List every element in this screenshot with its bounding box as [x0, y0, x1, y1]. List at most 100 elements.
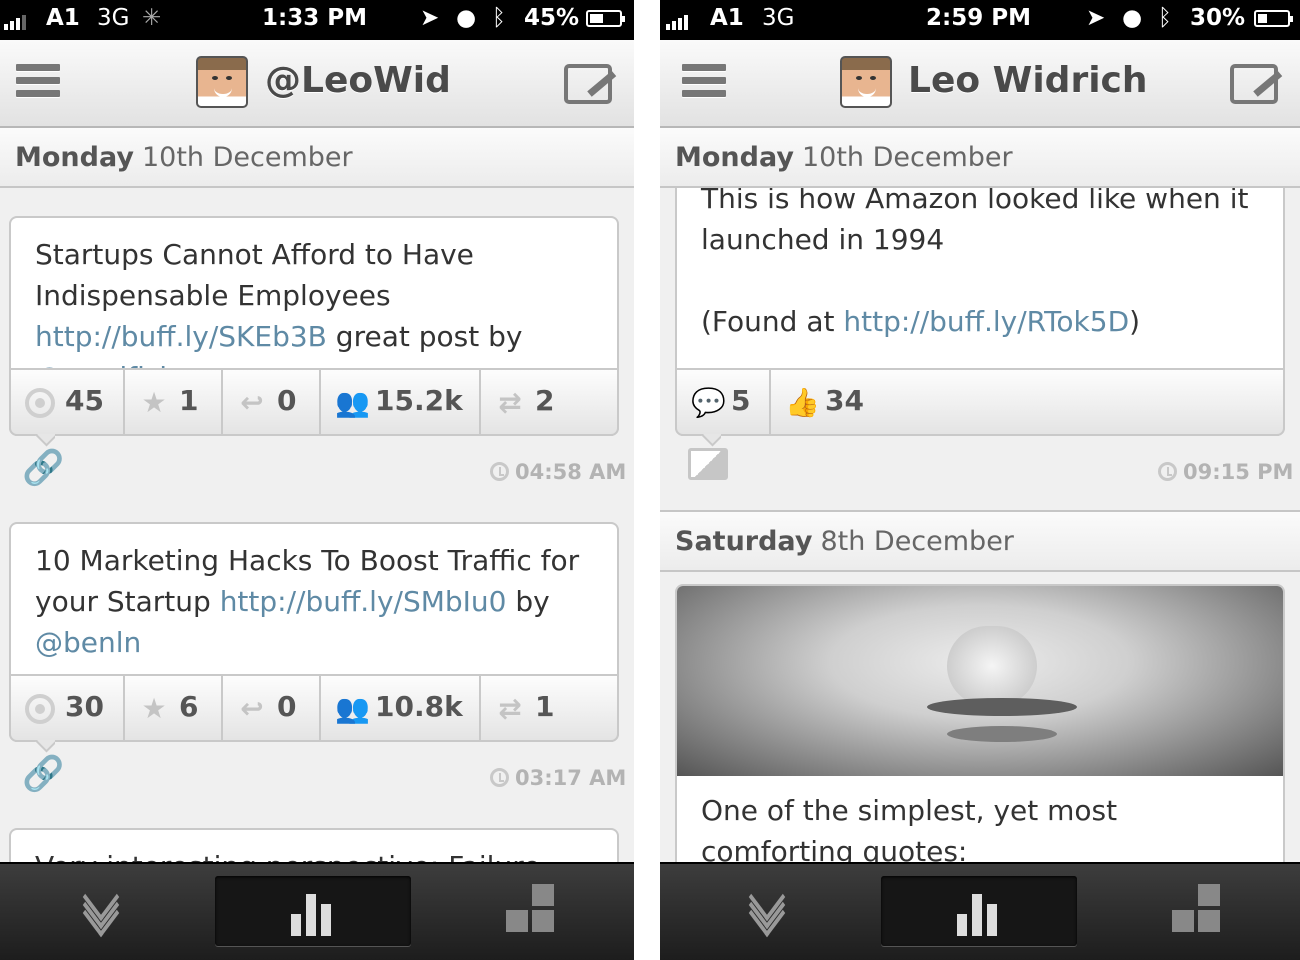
day-header: Monday 10th December: [0, 128, 634, 188]
tab-queue[interactable]: [670, 872, 866, 946]
post-stats: 30 ★ 6 ↩ 0 👥 10.8k ⇄ 1: [9, 674, 619, 742]
reply-icon: ↩: [240, 386, 264, 419]
dashboard-icon: [506, 884, 558, 936]
location-icon: ➤: [420, 5, 440, 31]
clock-icon: [490, 768, 509, 787]
battery-percent: 45%: [524, 5, 580, 31]
battery-percent: 30%: [1190, 5, 1246, 31]
bluetooth-icon: ᛒ: [1158, 5, 1172, 31]
menu-icon[interactable]: [16, 64, 60, 102]
compose-icon[interactable]: [564, 64, 612, 104]
profile-header: Leo Widrich: [660, 40, 1300, 128]
layers-icon: [744, 872, 792, 938]
dashboard-icon: [1172, 884, 1224, 936]
reach-stat[interactable]: 👥 10.8k: [321, 676, 481, 740]
post-time: 04:58 AM: [490, 460, 626, 484]
image-icon: [688, 448, 728, 480]
profile-title: Leo Widrich: [908, 60, 1148, 101]
right-phone-screen: A1 3G 2:59 PM ➤ ● ᛒ 30% Leo Widrich Mond…: [660, 0, 1300, 960]
retweet-icon: ⇄: [498, 386, 522, 419]
network-label: 3G: [97, 5, 130, 31]
status-time: 2:59 PM: [926, 5, 1031, 31]
weekday: Monday: [15, 142, 134, 173]
activity-spinner-icon: ✳: [142, 5, 162, 31]
clicks-icon: [25, 694, 55, 724]
link-icon: 🔗: [22, 754, 65, 794]
thumbs-up-icon: 👍: [785, 386, 820, 419]
clicks-stat[interactable]: 30: [11, 676, 125, 740]
post-link[interactable]: http://buff.ly/SMbIu0: [220, 585, 507, 618]
bluetooth-icon: ᛒ: [492, 5, 506, 31]
post-card[interactable]: 10 Marketing Hacks To Boost Traffic for …: [9, 522, 619, 742]
post-time: 03:17 AM: [490, 766, 626, 790]
post-link[interactable]: http://buff.ly/RTok5D: [843, 305, 1129, 338]
clicks-icon: [25, 388, 55, 418]
post-card[interactable]: Startups Cannot Afford to Have Indispens…: [9, 216, 619, 436]
favorites-stat[interactable]: ★ 6: [125, 676, 223, 740]
tab-queue[interactable]: [4, 872, 200, 946]
link-icon: 🔗: [22, 448, 65, 488]
compose-icon[interactable]: [1230, 64, 1278, 104]
status-bar: A1 3G 2:59 PM ➤ ● ᛒ 30%: [660, 0, 1300, 40]
post-text: 10 Marketing Hacks To Boost Traffic for …: [35, 544, 580, 659]
status-bar: A1 3G ✳ 1:33 PM ➤ ● ᛒ 45%: [0, 0, 634, 40]
tab-dashboard[interactable]: [420, 876, 616, 946]
users-icon: 👥: [335, 692, 370, 725]
comment-icon: 💬: [691, 386, 726, 419]
clock-icon: [1158, 462, 1177, 481]
left-phone-screen: A1 3G ✳ 1:33 PM ➤ ● ᛒ 45% @LeoWid Monday…: [0, 0, 634, 960]
location-icon: ➤: [1086, 5, 1106, 31]
date: 10th December: [801, 142, 1013, 173]
star-icon: ★: [141, 692, 167, 725]
card-pointer: [35, 740, 55, 754]
retweets-stat[interactable]: ⇄ 2: [481, 370, 617, 434]
replies-stat[interactable]: ↩ 0: [223, 676, 321, 740]
profile-title: @LeoWid: [265, 60, 451, 101]
clicks-stat[interactable]: 45: [11, 370, 125, 434]
post-stats: 💬 5 👍 34: [675, 368, 1285, 436]
date: 10th December: [141, 142, 353, 173]
bar-chart-icon: [291, 888, 337, 936]
post-mention[interactable]: @benln: [35, 626, 141, 659]
tab-dashboard[interactable]: [1086, 876, 1282, 946]
card-pointer: [35, 434, 55, 448]
post-stats: 45 ★ 1 ↩ 0 👥 15.2k ⇄ 2: [9, 368, 619, 436]
status-time: 1:33 PM: [262, 5, 367, 31]
carrier-label: A1: [710, 5, 744, 31]
retweet-icon: ⇄: [498, 692, 522, 725]
post-photo[interactable]: [677, 586, 1283, 776]
clock-icon: [490, 462, 509, 481]
likes-stat[interactable]: 👍 34: [771, 370, 1283, 434]
star-icon: ★: [141, 386, 167, 419]
alarm-icon: ●: [456, 5, 477, 31]
weekday: Monday: [675, 142, 794, 173]
replies-stat[interactable]: ↩ 0: [223, 370, 321, 434]
reach-stat[interactable]: 👥 15.2k: [321, 370, 481, 434]
tab-bar: [660, 862, 1300, 960]
carrier-label: A1: [46, 5, 80, 31]
alarm-icon: ●: [1122, 5, 1143, 31]
tab-bar: [0, 862, 634, 960]
bar-chart-icon: [957, 888, 1003, 936]
post-time: 09:15 PM: [1158, 460, 1293, 484]
weekday: Saturday: [675, 526, 813, 557]
post-link[interactable]: http://buff.ly/SKEb3B: [35, 320, 327, 353]
day-header: Saturday 8th December: [660, 510, 1300, 572]
network-label: 3G: [762, 5, 795, 31]
date: 8th December: [820, 526, 1014, 557]
post-text: Startups Cannot Afford to Have Indispens…: [11, 218, 617, 394]
comments-stat[interactable]: 💬 5: [677, 370, 771, 434]
card-pointer: [701, 434, 721, 448]
post-card[interactable]: One of the simplest, yet most comforting…: [675, 584, 1285, 884]
day-header: Monday 10th December: [660, 128, 1300, 188]
retweets-stat[interactable]: ⇄ 1: [481, 676, 617, 740]
favorites-stat[interactable]: ★ 1: [125, 370, 223, 434]
tab-analytics[interactable]: [881, 876, 1077, 946]
layers-icon: [78, 872, 126, 938]
profile-header: @LeoWid: [0, 40, 634, 128]
avatar[interactable]: [196, 56, 248, 108]
tab-analytics[interactable]: [215, 876, 411, 946]
menu-icon[interactable]: [682, 64, 726, 102]
post-card[interactable]: This is how Amazon looked like when it l…: [675, 150, 1285, 436]
avatar[interactable]: [840, 56, 892, 108]
